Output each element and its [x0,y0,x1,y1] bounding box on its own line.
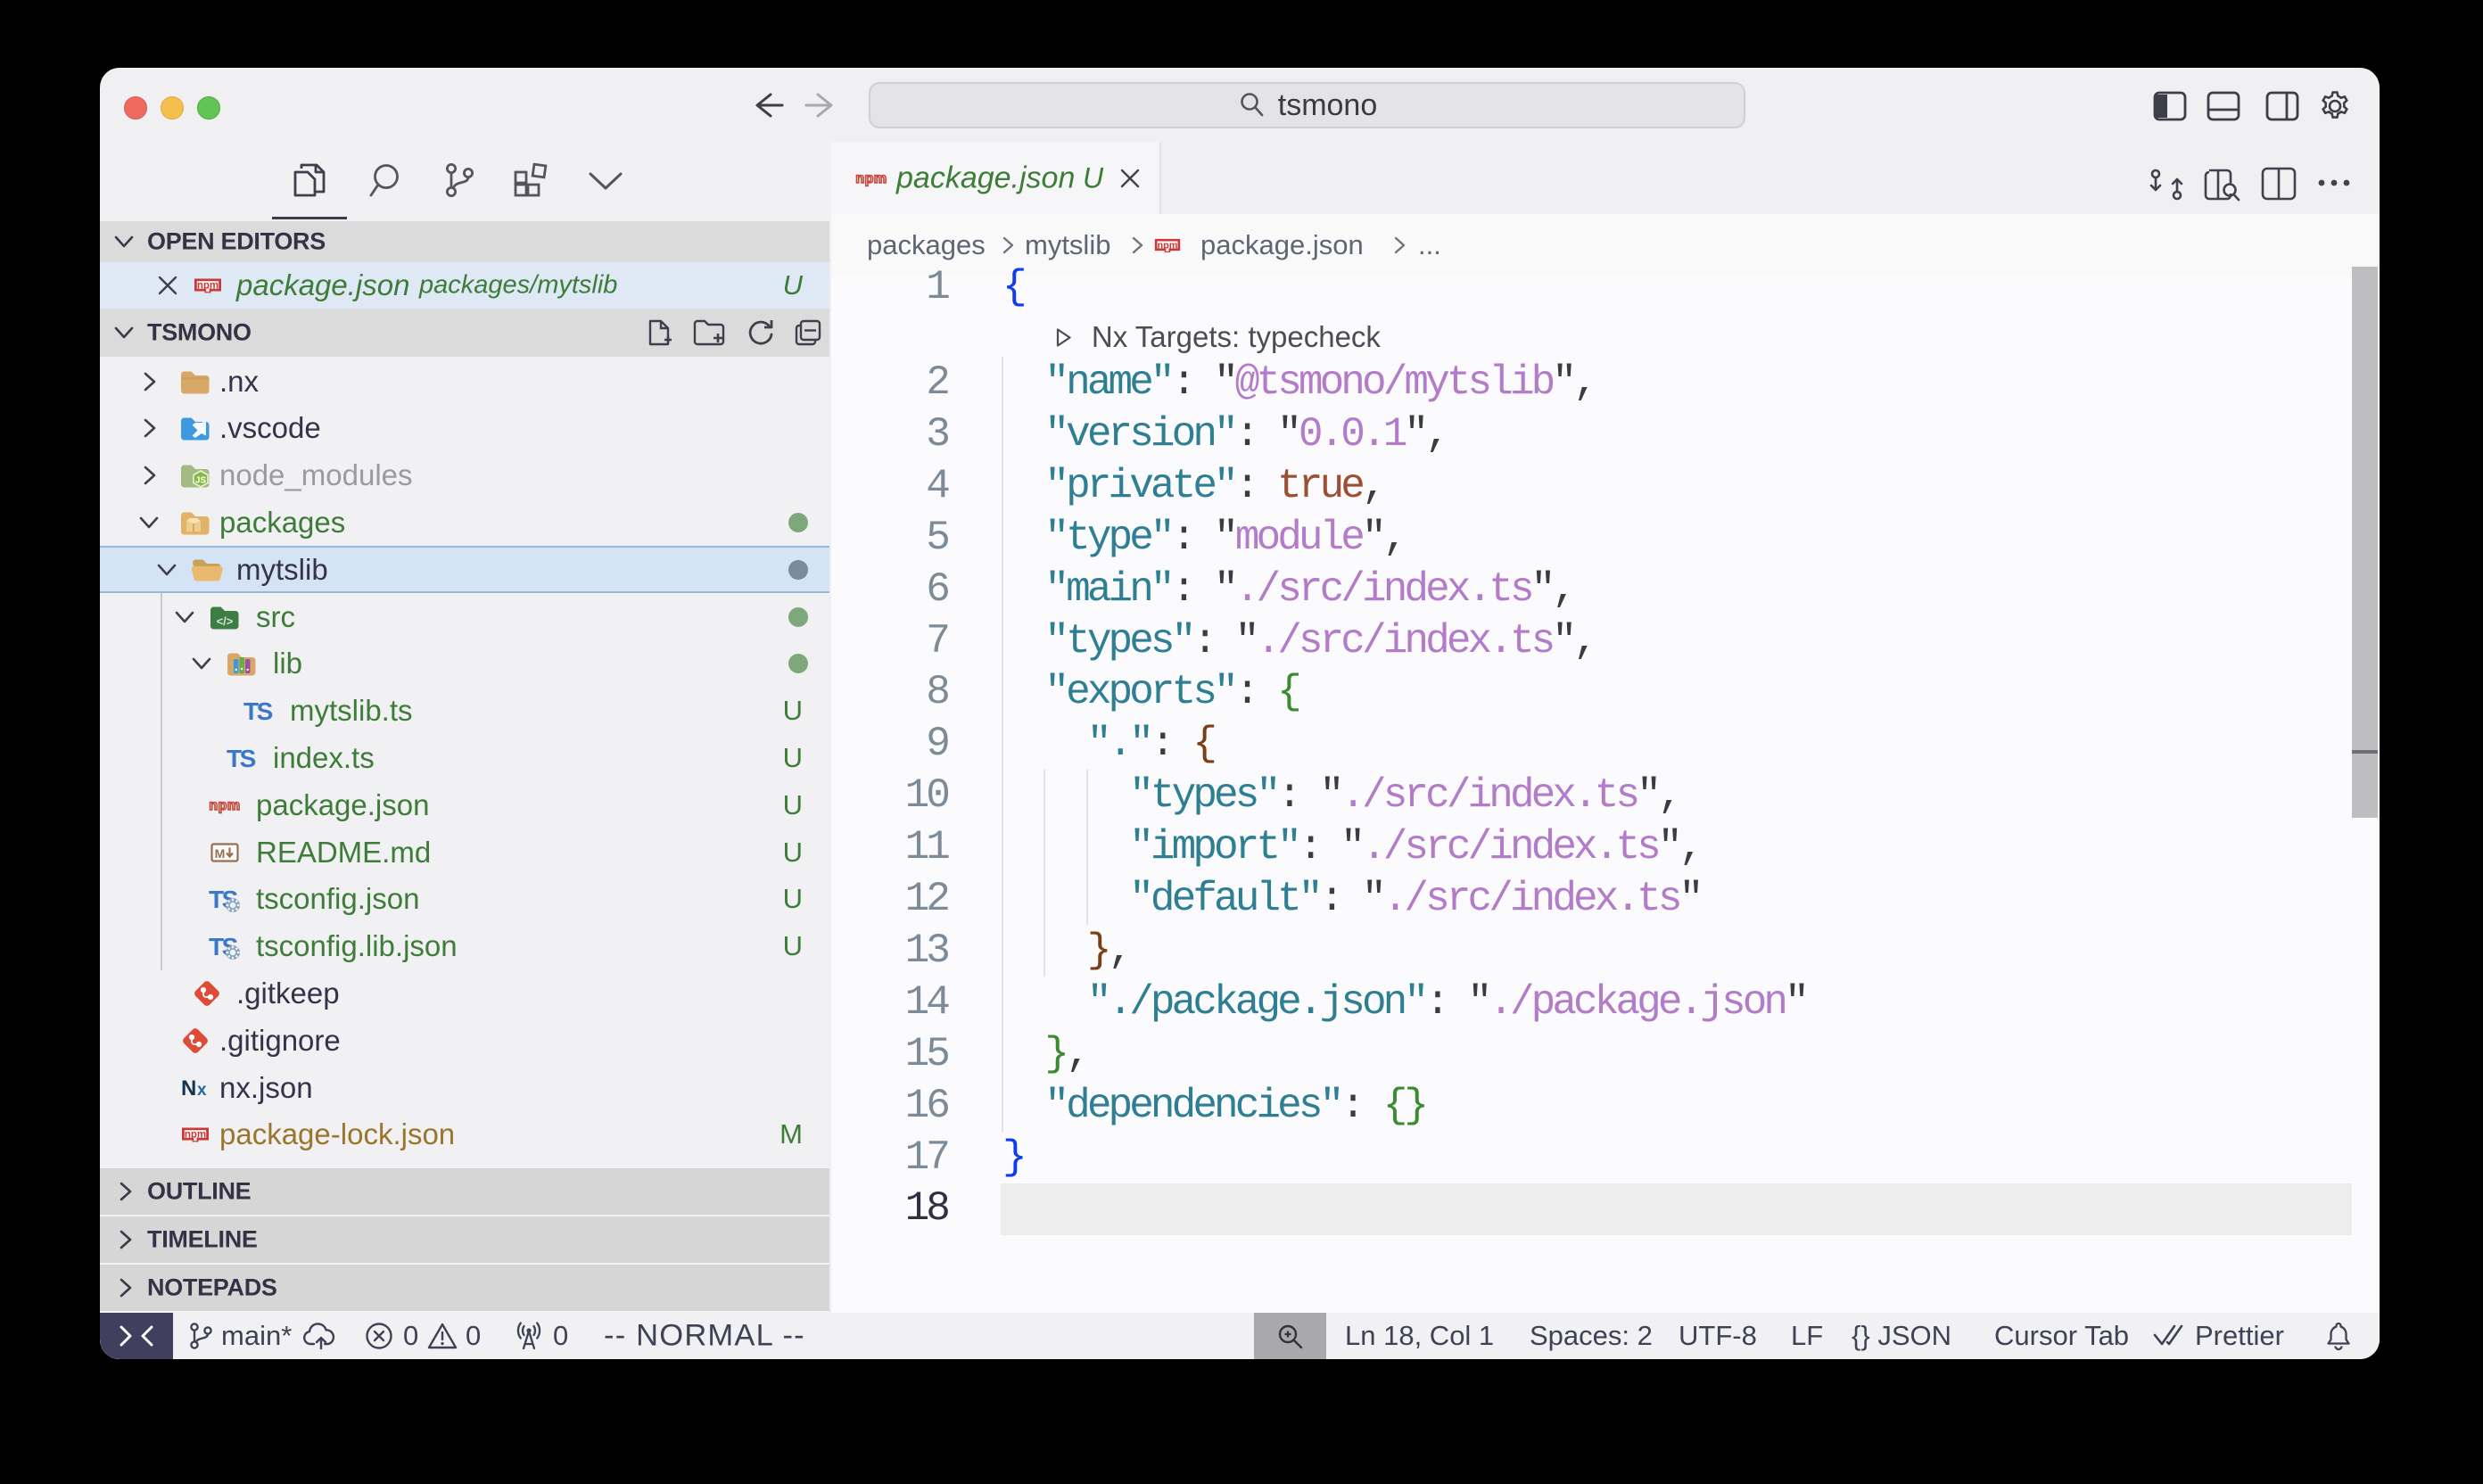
svg-text:npm: npm [1158,240,1178,251]
svg-text:JS: JS [195,476,207,486]
svg-text:TS: TS [243,697,273,725]
svg-text:M: M [215,846,226,861]
svg-text:N: N [181,1076,196,1101]
svg-text:</>: </> [217,614,234,628]
svg-text:TS: TS [227,745,256,772]
svg-text:npm: npm [197,281,219,292]
svg-text:x: x [197,1081,207,1100]
svg-text:npm: npm [185,1130,206,1141]
svg-text:npm: npm [209,798,240,813]
svg-text:npm: npm [855,171,887,186]
